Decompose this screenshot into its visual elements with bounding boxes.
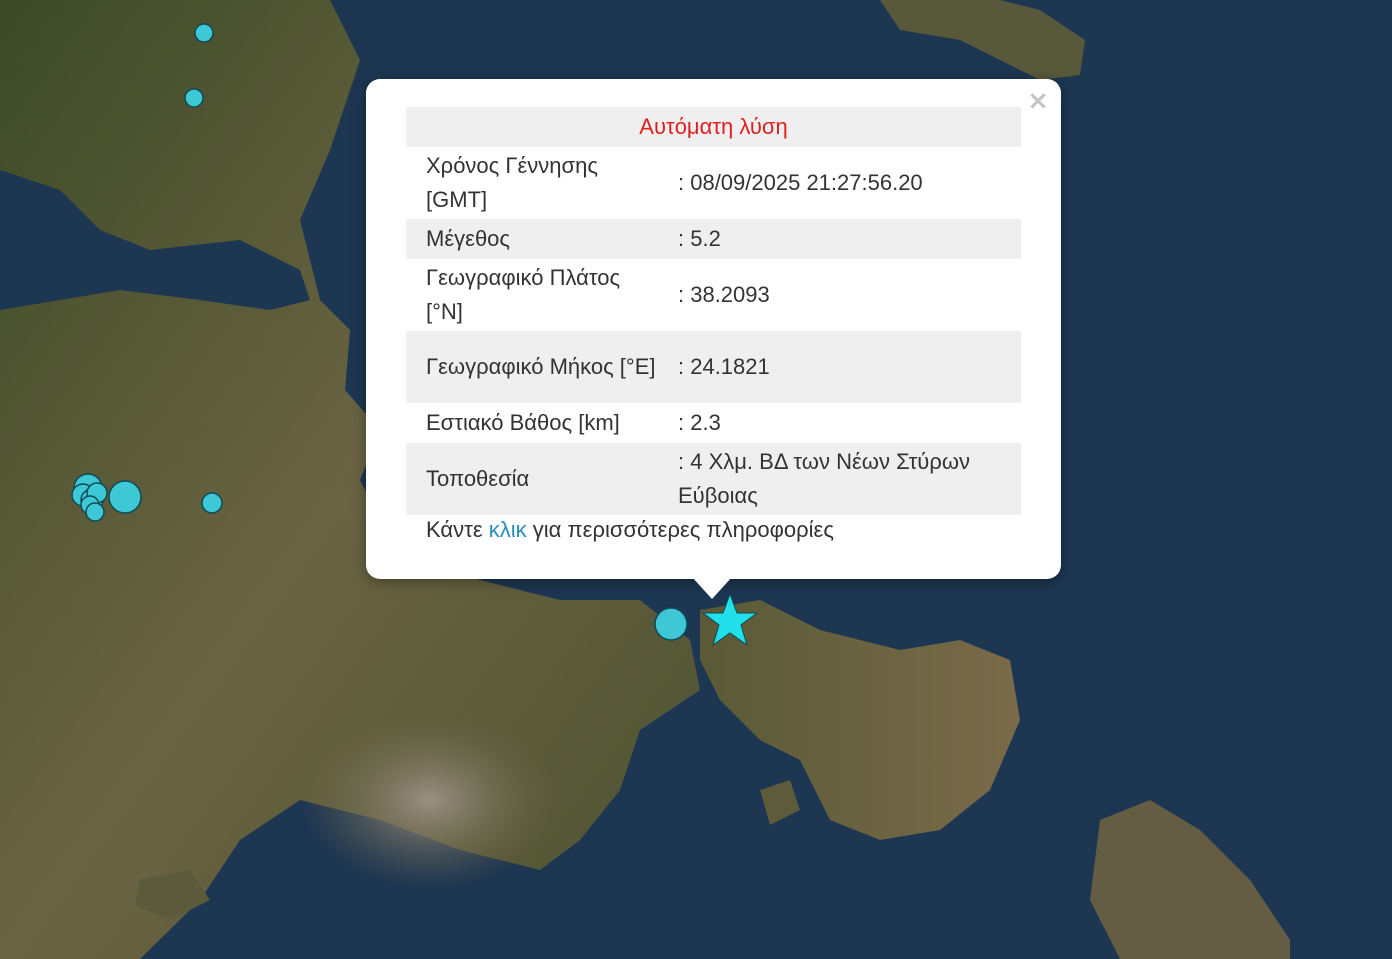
city-area xyxy=(300,710,560,890)
more-info-link[interactable]: κλικ xyxy=(489,517,527,542)
row-label: Γεωγραφικό Πλάτος [°N] xyxy=(426,265,621,324)
table-row: Χρόνος Γέννησης [GMT] : 08/09/2025 21:27… xyxy=(406,147,1021,219)
row-value: : 24.1821 xyxy=(658,331,1021,403)
popup-heading-row: Αυτόματη λύση xyxy=(406,107,1021,147)
event-marker[interactable] xyxy=(654,607,688,641)
event-marker[interactable] xyxy=(194,23,214,43)
row-value: : 38.2093 xyxy=(678,282,770,307)
row-value: : 4 Χλμ. ΒΔ των Νέων Στύρων Εύβοιας xyxy=(658,443,1021,515)
more-info-line: Κάντε κλικ για περισσότερες πληροφορίες xyxy=(426,517,834,543)
footer-suffix: για περισσότερες πληροφορίες xyxy=(532,517,834,542)
event-popup: × Αυτόματη λύση Χρόνος Γέννησης [GMT] : … xyxy=(366,79,1061,579)
close-icon[interactable]: × xyxy=(1027,88,1049,114)
row-label: Χρόνος Γέννησης [GMT] xyxy=(426,153,598,212)
popup-pointer xyxy=(692,577,732,599)
event-marker[interactable] xyxy=(201,492,223,514)
event-marker[interactable] xyxy=(108,480,142,514)
event-info-table: Αυτόματη λύση Χρόνος Γέννησης [GMT] : 08… xyxy=(406,107,1021,515)
table-row: Τοποθεσία : 4 Χλμ. ΒΔ των Νέων Στύρων Εύ… xyxy=(406,443,1021,515)
row-value: : 08/09/2025 21:27:56.20 xyxy=(678,170,923,195)
row-label: Τοποθεσία xyxy=(406,443,658,515)
popup-title: Αυτόματη λύση xyxy=(406,107,1021,147)
row-value: : 2.3 xyxy=(678,410,721,435)
event-marker[interactable] xyxy=(85,502,105,522)
table-row: Γεωγραφικό Μήκος [°E] : 24.1821 xyxy=(406,331,1021,403)
row-label: Εστιακό Βάθος [km] xyxy=(426,410,620,435)
footer-prefix: Κάντε xyxy=(426,517,483,542)
table-row: Μέγεθος : 5.2 xyxy=(406,219,1021,259)
row-label: Γεωγραφικό Μήκος [°E] xyxy=(406,331,658,403)
table-row: Εστιακό Βάθος [km] : 2.3 xyxy=(406,403,1021,443)
table-row: Γεωγραφικό Πλάτος [°N] : 38.2093 xyxy=(406,259,1021,331)
event-marker[interactable] xyxy=(184,88,204,108)
row-label: Μέγεθος xyxy=(406,219,658,259)
row-value: : 5.2 xyxy=(658,219,1021,259)
